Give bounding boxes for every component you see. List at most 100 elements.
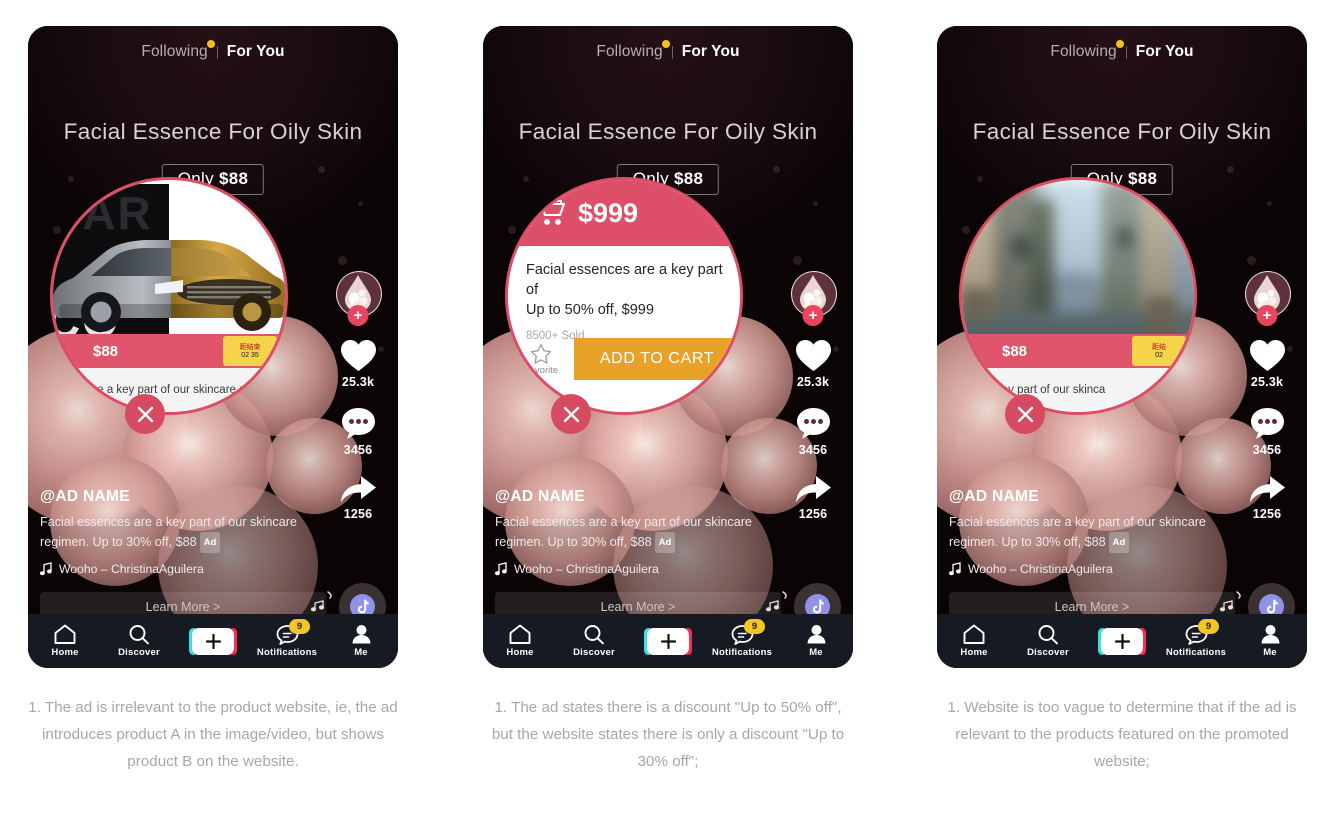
comment-count: 3456 — [343, 443, 373, 457]
add-to-cart-button[interactable]: ADD TO CART — [574, 338, 740, 380]
follow-button[interactable]: + — [802, 305, 824, 326]
action-rail-3: + 25.3k 3456 1256 — [1237, 271, 1297, 521]
music-row[interactable]: Wooho – ChristinaAguilera — [495, 562, 781, 576]
ad-author-name[interactable]: @AD NAME — [949, 488, 1235, 506]
nav-item-home[interactable]: Home — [28, 624, 102, 658]
close-icon — [137, 406, 153, 422]
panel-2-description: 1. The ad states there is a discount "Up… — [491, 699, 845, 770]
countdown-tag-line2: 02 35 — [241, 352, 259, 359]
comment-icon — [1250, 408, 1284, 439]
music-row[interactable]: Wooho – ChristinaAguilera — [949, 562, 1235, 576]
panel-1-description: 1. The ad is irrelevant to the product w… — [28, 699, 398, 770]
tab-for-you[interactable]: For You — [227, 43, 285, 61]
notification-badge: 9 — [1198, 619, 1219, 634]
nav-item-me[interactable]: Me — [779, 624, 853, 658]
nav-label-discover: Discover — [1027, 647, 1069, 658]
ad-caption-text: Facial essences are a key part of our sk… — [949, 513, 1235, 553]
nav-item-notifications[interactable]: 9 Notifications — [1159, 619, 1233, 658]
nav-label-notifications: Notifications — [711, 647, 773, 658]
ad-author-name[interactable]: @AD NAME — [40, 488, 326, 506]
panel-3-description: 1. Website is too vague to determine tha… — [947, 699, 1297, 770]
nav-item-create[interactable] — [1085, 627, 1159, 655]
tab-following[interactable]: Following — [1050, 40, 1124, 61]
nav-item-discover[interactable]: Discover — [102, 624, 176, 658]
notification-badge: 9 — [289, 619, 310, 634]
nav-item-create[interactable] — [176, 627, 250, 655]
product-action-row: Favorite ADD TO CART — [508, 338, 740, 380]
star-icon — [530, 343, 552, 364]
vague-website-preview: $88 距结 02 key part of our skinca — [962, 180, 1194, 412]
comparison-board: Following For You Facial Essence For Oil… — [0, 0, 1334, 824]
follow-button[interactable]: + — [347, 305, 369, 326]
create-button[interactable] — [189, 627, 237, 655]
comment-icon — [796, 408, 830, 439]
follow-button[interactable]: + — [1256, 305, 1278, 326]
author-avatar-wrap[interactable]: + — [336, 271, 382, 326]
nav-item-me[interactable]: Me — [1233, 624, 1307, 658]
plus-glyph-icon — [1114, 633, 1130, 649]
create-button[interactable] — [1098, 627, 1146, 655]
share-action[interactable]: 1256 — [340, 475, 377, 521]
search-icon — [584, 625, 604, 645]
like-action[interactable]: 25.3k — [1249, 339, 1286, 389]
close-magnifier-button-2[interactable] — [551, 394, 591, 434]
author-avatar-wrap[interactable]: + — [1245, 271, 1291, 326]
countdown-tag-line1: 距结束 — [239, 344, 261, 351]
like-action[interactable]: 25.3k — [795, 339, 832, 389]
music-note-icon — [495, 562, 507, 576]
like-action[interactable]: 25.3k — [340, 339, 377, 389]
feed-tabs: Following For You — [483, 26, 853, 78]
close-magnifier-button-3[interactable] — [1005, 394, 1045, 434]
tab-divider — [671, 45, 673, 59]
magnifier-circle-1: CAR CO — [50, 177, 288, 415]
nav-item-create[interactable] — [631, 627, 705, 655]
music-row[interactable]: Wooho – ChristinaAguilera — [40, 562, 326, 576]
share-action[interactable]: 1256 — [795, 475, 832, 521]
landing-desc-text: key part of our skinca — [996, 384, 1106, 396]
action-rail-1: + 25.3k 3456 1256 — [328, 271, 388, 521]
comment-action[interactable]: 3456 — [341, 407, 376, 457]
tab-for-you[interactable]: For You — [1136, 43, 1194, 61]
share-action[interactable]: 1256 — [1249, 475, 1286, 521]
tab-following[interactable]: Following — [596, 40, 670, 61]
ad-caption-text: Facial essences are a key part of our sk… — [40, 513, 326, 553]
ad-author-name[interactable]: @AD NAME — [495, 488, 781, 506]
feed-tabs: Following For You — [28, 26, 398, 78]
home-icon — [54, 624, 76, 644]
magnifier-circle-3: $88 距结 02 key part of our skinca — [959, 177, 1197, 415]
nav-item-me[interactable]: Me — [324, 624, 398, 658]
nav-label-home: Home — [960, 647, 988, 658]
tiktok-note-icon — [812, 599, 824, 614]
tab-following[interactable]: Following — [141, 40, 215, 61]
nav-item-home[interactable]: Home — [483, 624, 557, 658]
tab-following-label: Following — [1050, 43, 1117, 60]
nav-label-discover: Discover — [573, 647, 615, 658]
create-button[interactable] — [644, 627, 692, 655]
nav-label-notifications: Notifications — [256, 647, 318, 658]
nav-item-discover[interactable]: Discover — [1011, 624, 1085, 658]
person-icon — [1261, 625, 1279, 644]
music-note-icon — [40, 562, 52, 576]
share-count: 1256 — [798, 507, 828, 521]
comment-icon — [341, 408, 375, 439]
cart-icon — [536, 199, 566, 225]
comment-action[interactable]: 3456 — [796, 407, 831, 457]
tab-for-you[interactable]: For You — [682, 43, 740, 61]
favorite-button[interactable]: Favorite — [508, 343, 574, 376]
panel-2-column: Following For You Facial Essence For Oil… — [483, 26, 853, 775]
product-card-body: Facial essences are a key part of Up to … — [508, 246, 740, 412]
home-icon — [509, 624, 531, 644]
countdown-tag: 距结 02 — [1132, 336, 1186, 366]
panel-3-column: Following For You Facial Essence For Oil… — [937, 26, 1307, 775]
music-title: Wooho – ChristinaAguilera — [59, 562, 204, 576]
nav-label-me: Me — [1263, 647, 1277, 658]
nav-item-notifications[interactable]: 9 Notifications — [705, 619, 779, 658]
product-price-header: $999 — [508, 180, 740, 246]
nav-item-home[interactable]: Home — [937, 624, 1011, 658]
nav-item-discover[interactable]: Discover — [557, 624, 631, 658]
close-magnifier-button-1[interactable] — [125, 394, 165, 434]
comment-action[interactable]: 3456 — [1250, 407, 1285, 457]
author-avatar-wrap[interactable]: + — [791, 271, 837, 326]
nav-item-notifications[interactable]: 9 Notifications — [250, 619, 324, 658]
close-icon — [1017, 406, 1033, 422]
